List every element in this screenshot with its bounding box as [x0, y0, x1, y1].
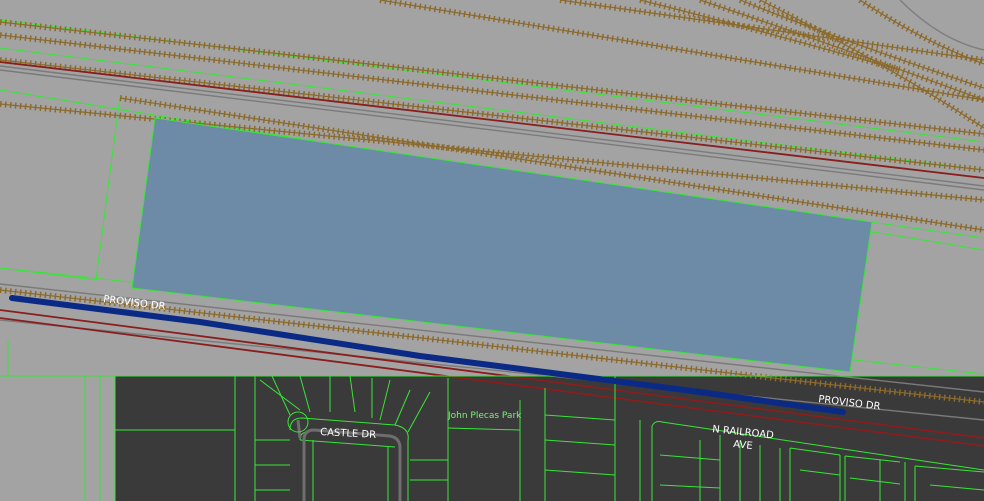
map-view[interactable]: PROVISO DR PROVISO DR CASTLE DR John Ple… — [0, 0, 984, 501]
park-label: John Plecas Park — [447, 411, 522, 421]
residential-area — [115, 376, 984, 501]
map-canvas[interactable]: PROVISO DR PROVISO DR CASTLE DR John Ple… — [0, 0, 984, 501]
street-label-ave: AVE — [733, 439, 753, 452]
